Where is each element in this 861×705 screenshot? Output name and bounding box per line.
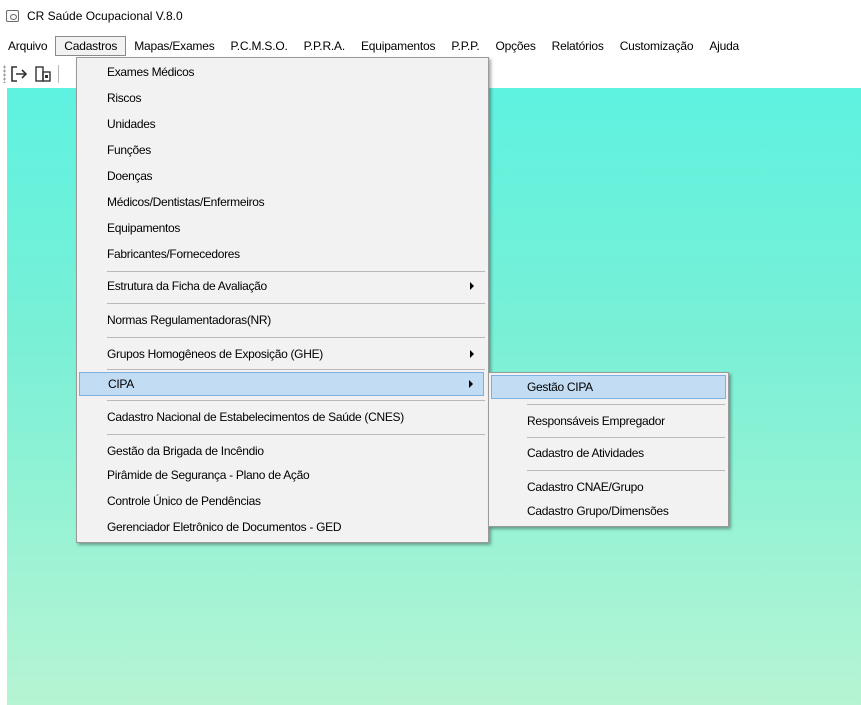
menu-item-brigada[interactable]: Gestão da Brigada de Incêndio — [107, 439, 484, 463]
submenu-arrow-icon — [470, 350, 474, 358]
submenu-item-atividades[interactable]: Cadastro de Atividades — [527, 441, 722, 465]
menu-separator — [107, 369, 485, 370]
menu-separator — [107, 271, 485, 272]
menu-item-label: CIPA — [108, 377, 134, 391]
menu-item-fabricantes[interactable]: Fabricantes/Fornecedores — [107, 242, 484, 266]
building-icon[interactable] — [32, 63, 54, 85]
toolbar-grip[interactable] — [3, 65, 6, 83]
menu-separator — [527, 404, 725, 405]
submenu-item-grupo-dimensoes[interactable]: Cadastro Grupo/Dimensões — [527, 499, 722, 523]
menu-item-cipa[interactable]: CIPA — [79, 372, 484, 396]
cadastros-dropdown: Exames Médicos Riscos Unidades Funções D… — [76, 57, 489, 543]
menu-item-medicos[interactable]: Médicos/Dentistas/Enfermeiros — [107, 190, 484, 214]
menu-ppp[interactable]: P.P.P. — [443, 36, 487, 56]
menu-item-normas[interactable]: Normas Regulamentadoras(NR) — [107, 308, 484, 332]
menu-separator — [107, 337, 485, 338]
submenu-arrow-icon — [469, 380, 473, 388]
app-icon — [6, 10, 19, 22]
menu-pcmso[interactable]: P.C.M.S.O. — [223, 36, 296, 56]
title-bar: CR Saúde Ocupacional V.8.0 — [0, 0, 861, 32]
menu-item-exames-medicos[interactable]: Exames Médicos — [107, 60, 484, 84]
submenu-arrow-icon — [470, 282, 474, 290]
submenu-item-responsaveis[interactable]: Responsáveis Empregador — [527, 409, 722, 433]
menu-item-funcoes[interactable]: Funções — [107, 138, 484, 162]
menu-separator — [107, 400, 485, 401]
menu-item-piramide[interactable]: Pirâmide de Segurança - Plano de Ação — [107, 463, 484, 487]
menu-bar: Arquivo Cadastros Mapas/Exames P.C.M.S.O… — [0, 35, 861, 57]
menu-relatorios[interactable]: Relatórios — [544, 36, 612, 56]
menu-item-equipamentos[interactable]: Equipamentos — [107, 216, 484, 240]
menu-customizacao[interactable]: Customização — [612, 36, 702, 56]
menu-arquivo[interactable]: Arquivo — [0, 36, 55, 56]
menu-item-ghe[interactable]: Grupos Homogêneos de Exposição (GHE) — [107, 342, 484, 366]
submenu-item-gestao-cipa[interactable]: Gestão CIPA — [491, 375, 726, 399]
menu-cadastros[interactable]: Cadastros — [55, 36, 127, 56]
menu-item-pendencias[interactable]: Controle Único de Pendências — [107, 489, 484, 513]
menu-separator — [527, 470, 725, 471]
menu-item-label: Estrutura da Ficha de Avaliação — [107, 279, 267, 293]
menu-separator — [107, 434, 485, 435]
toolbar-separator — [58, 65, 59, 83]
menu-opcoes[interactable]: Opções — [488, 36, 544, 56]
submenu-item-cnae-grupo[interactable]: Cadastro CNAE/Grupo — [527, 475, 722, 499]
menu-item-doencas[interactable]: Doenças — [107, 164, 484, 188]
menu-separator — [107, 303, 485, 304]
menu-item-estrutura-ficha[interactable]: Estrutura da Ficha de Avaliação — [107, 274, 484, 298]
menu-item-ged[interactable]: Gerenciador Eletrônico de Documentos - G… — [107, 515, 484, 539]
menu-item-unidades[interactable]: Unidades — [107, 112, 484, 136]
menu-separator — [527, 437, 725, 438]
menu-mapas-exames[interactable]: Mapas/Exames — [126, 36, 222, 56]
window-title: CR Saúde Ocupacional V.8.0 — [27, 9, 183, 23]
exit-icon[interactable] — [8, 63, 30, 85]
menu-item-riscos[interactable]: Riscos — [107, 86, 484, 110]
menu-item-cnes[interactable]: Cadastro Nacional de Estabelecimentos de… — [107, 405, 484, 429]
menu-ajuda[interactable]: Ajuda — [701, 36, 747, 56]
cipa-submenu: Gestão CIPA Responsáveis Empregador Cada… — [488, 372, 729, 527]
menu-ppra[interactable]: P.P.R.A. — [296, 36, 353, 56]
menu-equipamentos[interactable]: Equipamentos — [353, 36, 443, 56]
menu-item-label: Grupos Homogêneos de Exposição (GHE) — [107, 347, 323, 361]
